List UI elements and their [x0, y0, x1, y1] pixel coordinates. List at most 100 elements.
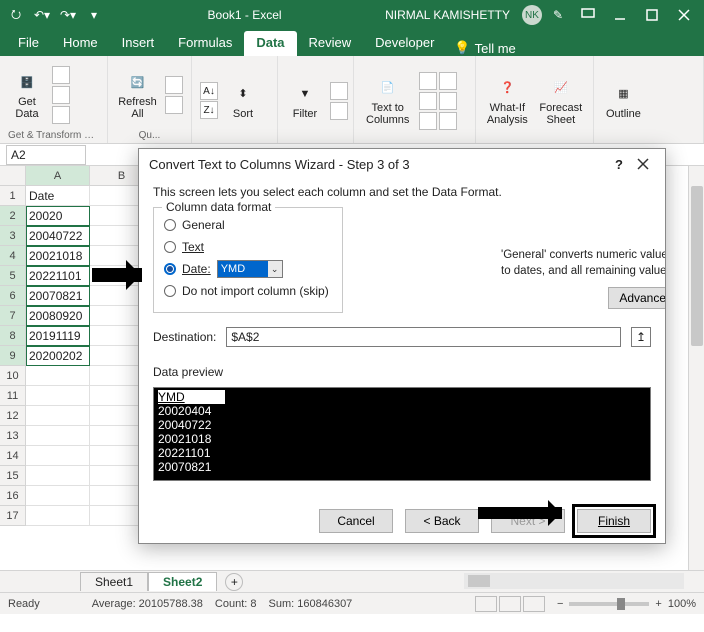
- quick-help-icon[interactable]: ✎: [548, 5, 568, 25]
- view-layout-button[interactable]: [499, 596, 521, 612]
- radio-general[interactable]: General: [164, 214, 332, 236]
- row-header[interactable]: 15: [0, 466, 26, 486]
- radio-skip[interactable]: Do not import column (skip): [164, 280, 332, 302]
- radio-text[interactable]: Text: [164, 236, 332, 258]
- get-data-button[interactable]: 🗄️Get Data: [8, 68, 46, 122]
- tab-home[interactable]: Home: [51, 31, 110, 56]
- dialog-close-button[interactable]: [631, 152, 655, 176]
- row-header[interactable]: 7: [0, 306, 26, 326]
- forecast-button[interactable]: 📈Forecast Sheet: [537, 74, 585, 128]
- refresh-all-button[interactable]: 🔄Refresh All: [116, 68, 159, 122]
- advanced-button[interactable]: Advanced...: [608, 287, 665, 309]
- cell[interactable]: [26, 386, 90, 406]
- zoom-slider[interactable]: [569, 602, 649, 606]
- back-button[interactable]: < Back: [405, 509, 479, 533]
- cell[interactable]: [26, 366, 90, 386]
- clear-filter-icon[interactable]: [330, 82, 348, 100]
- relationships-icon[interactable]: [419, 112, 437, 130]
- destination-input[interactable]: $A$2: [226, 327, 621, 347]
- row-header[interactable]: 6: [0, 286, 26, 306]
- cancel-button[interactable]: Cancel: [319, 509, 393, 533]
- cell[interactable]: 20080920: [26, 306, 90, 326]
- row-header[interactable]: 10: [0, 366, 26, 386]
- row-header[interactable]: 3: [0, 226, 26, 246]
- queries-icon[interactable]: [165, 76, 183, 94]
- qat-more-icon[interactable]: ▾: [84, 5, 104, 25]
- tab-developer[interactable]: Developer: [363, 31, 446, 56]
- cell[interactable]: [26, 446, 90, 466]
- tab-formulas[interactable]: Formulas: [166, 31, 244, 56]
- sheet-tab-2[interactable]: Sheet2: [148, 572, 217, 591]
- cell[interactable]: 20200202: [26, 346, 90, 366]
- ribbon-options-icon[interactable]: [574, 4, 602, 26]
- vertical-scrollbar[interactable]: [688, 166, 704, 570]
- row-header[interactable]: 13: [0, 426, 26, 446]
- whatif-button[interactable]: ❓What-If Analysis: [484, 74, 531, 128]
- cell[interactable]: 20191119: [26, 326, 90, 346]
- maximize-button[interactable]: [638, 4, 666, 26]
- cell[interactable]: 20020: [26, 206, 90, 226]
- row-header[interactable]: 16: [0, 486, 26, 506]
- undo-icon[interactable]: ↶▾: [32, 5, 52, 25]
- from-web-icon[interactable]: [52, 86, 70, 104]
- remove-dup-icon[interactable]: [439, 72, 457, 90]
- consolidate-icon[interactable]: [439, 92, 457, 110]
- new-sheet-button[interactable]: +: [225, 573, 243, 591]
- cell[interactable]: [26, 406, 90, 426]
- view-break-button[interactable]: [523, 596, 545, 612]
- sort-az-icon[interactable]: A↓: [200, 82, 218, 100]
- data-model-icon[interactable]: [439, 112, 457, 130]
- cell[interactable]: 20221101: [26, 266, 90, 286]
- redo-icon[interactable]: ↷▾: [58, 5, 78, 25]
- tell-me[interactable]: 💡Tell me: [454, 40, 515, 56]
- tab-review[interactable]: Review: [297, 31, 364, 56]
- text-to-columns-button[interactable]: 📄Text to Columns: [362, 74, 413, 128]
- row-header[interactable]: 2: [0, 206, 26, 226]
- row-header[interactable]: 11: [0, 386, 26, 406]
- tab-data[interactable]: Data: [244, 31, 296, 56]
- sort-za-icon[interactable]: Z↓: [200, 101, 218, 119]
- cell[interactable]: Date: [26, 186, 90, 206]
- properties-icon[interactable]: [165, 96, 183, 114]
- name-box[interactable]: A2: [6, 145, 86, 165]
- avatar[interactable]: NK: [522, 5, 542, 25]
- minimize-button[interactable]: [606, 4, 634, 26]
- cell[interactable]: [26, 506, 90, 526]
- tab-file[interactable]: File: [6, 31, 51, 56]
- row-header[interactable]: 5: [0, 266, 26, 286]
- filter-button[interactable]: ▼Filter: [286, 80, 324, 122]
- row-header[interactable]: 9: [0, 346, 26, 366]
- cell[interactable]: 20040722: [26, 226, 90, 246]
- row-header[interactable]: 1: [0, 186, 26, 206]
- autosave-icon[interactable]: ⭮: [6, 5, 26, 25]
- cell[interactable]: [26, 466, 90, 486]
- row-header[interactable]: 4: [0, 246, 26, 266]
- row-header[interactable]: 14: [0, 446, 26, 466]
- column-header[interactable]: A: [26, 166, 90, 186]
- data-val-icon[interactable]: [419, 92, 437, 110]
- row-header[interactable]: 17: [0, 506, 26, 526]
- row-header[interactable]: 12: [0, 406, 26, 426]
- dialog-help-button[interactable]: ?: [607, 152, 631, 176]
- row-header[interactable]: 8: [0, 326, 26, 346]
- sort-button[interactable]: ⬍Sort: [224, 80, 262, 122]
- outline-button[interactable]: ▦Outline: [602, 80, 645, 122]
- radio-date[interactable]: Date: YMD⌄: [164, 258, 332, 280]
- zoom-in-button[interactable]: +: [655, 598, 661, 610]
- flash-fill-icon[interactable]: [419, 72, 437, 90]
- select-all-corner[interactable]: [0, 166, 26, 186]
- cell[interactable]: [26, 486, 90, 506]
- tab-insert[interactable]: Insert: [110, 31, 167, 56]
- sheet-tab-1[interactable]: Sheet1: [80, 572, 148, 591]
- cell[interactable]: [26, 426, 90, 446]
- horizontal-scrollbar[interactable]: [464, 573, 684, 589]
- range-selector-button[interactable]: ↥: [631, 327, 651, 347]
- from-text-icon[interactable]: [52, 66, 70, 84]
- cell[interactable]: 20070821: [26, 286, 90, 306]
- zoom-out-button[interactable]: −: [557, 598, 563, 610]
- from-table-icon[interactable]: [52, 106, 70, 124]
- view-normal-button[interactable]: [475, 596, 497, 612]
- finish-button[interactable]: Finish: [577, 509, 651, 533]
- date-format-select[interactable]: YMD⌄: [217, 260, 283, 278]
- reapply-icon[interactable]: [330, 102, 348, 120]
